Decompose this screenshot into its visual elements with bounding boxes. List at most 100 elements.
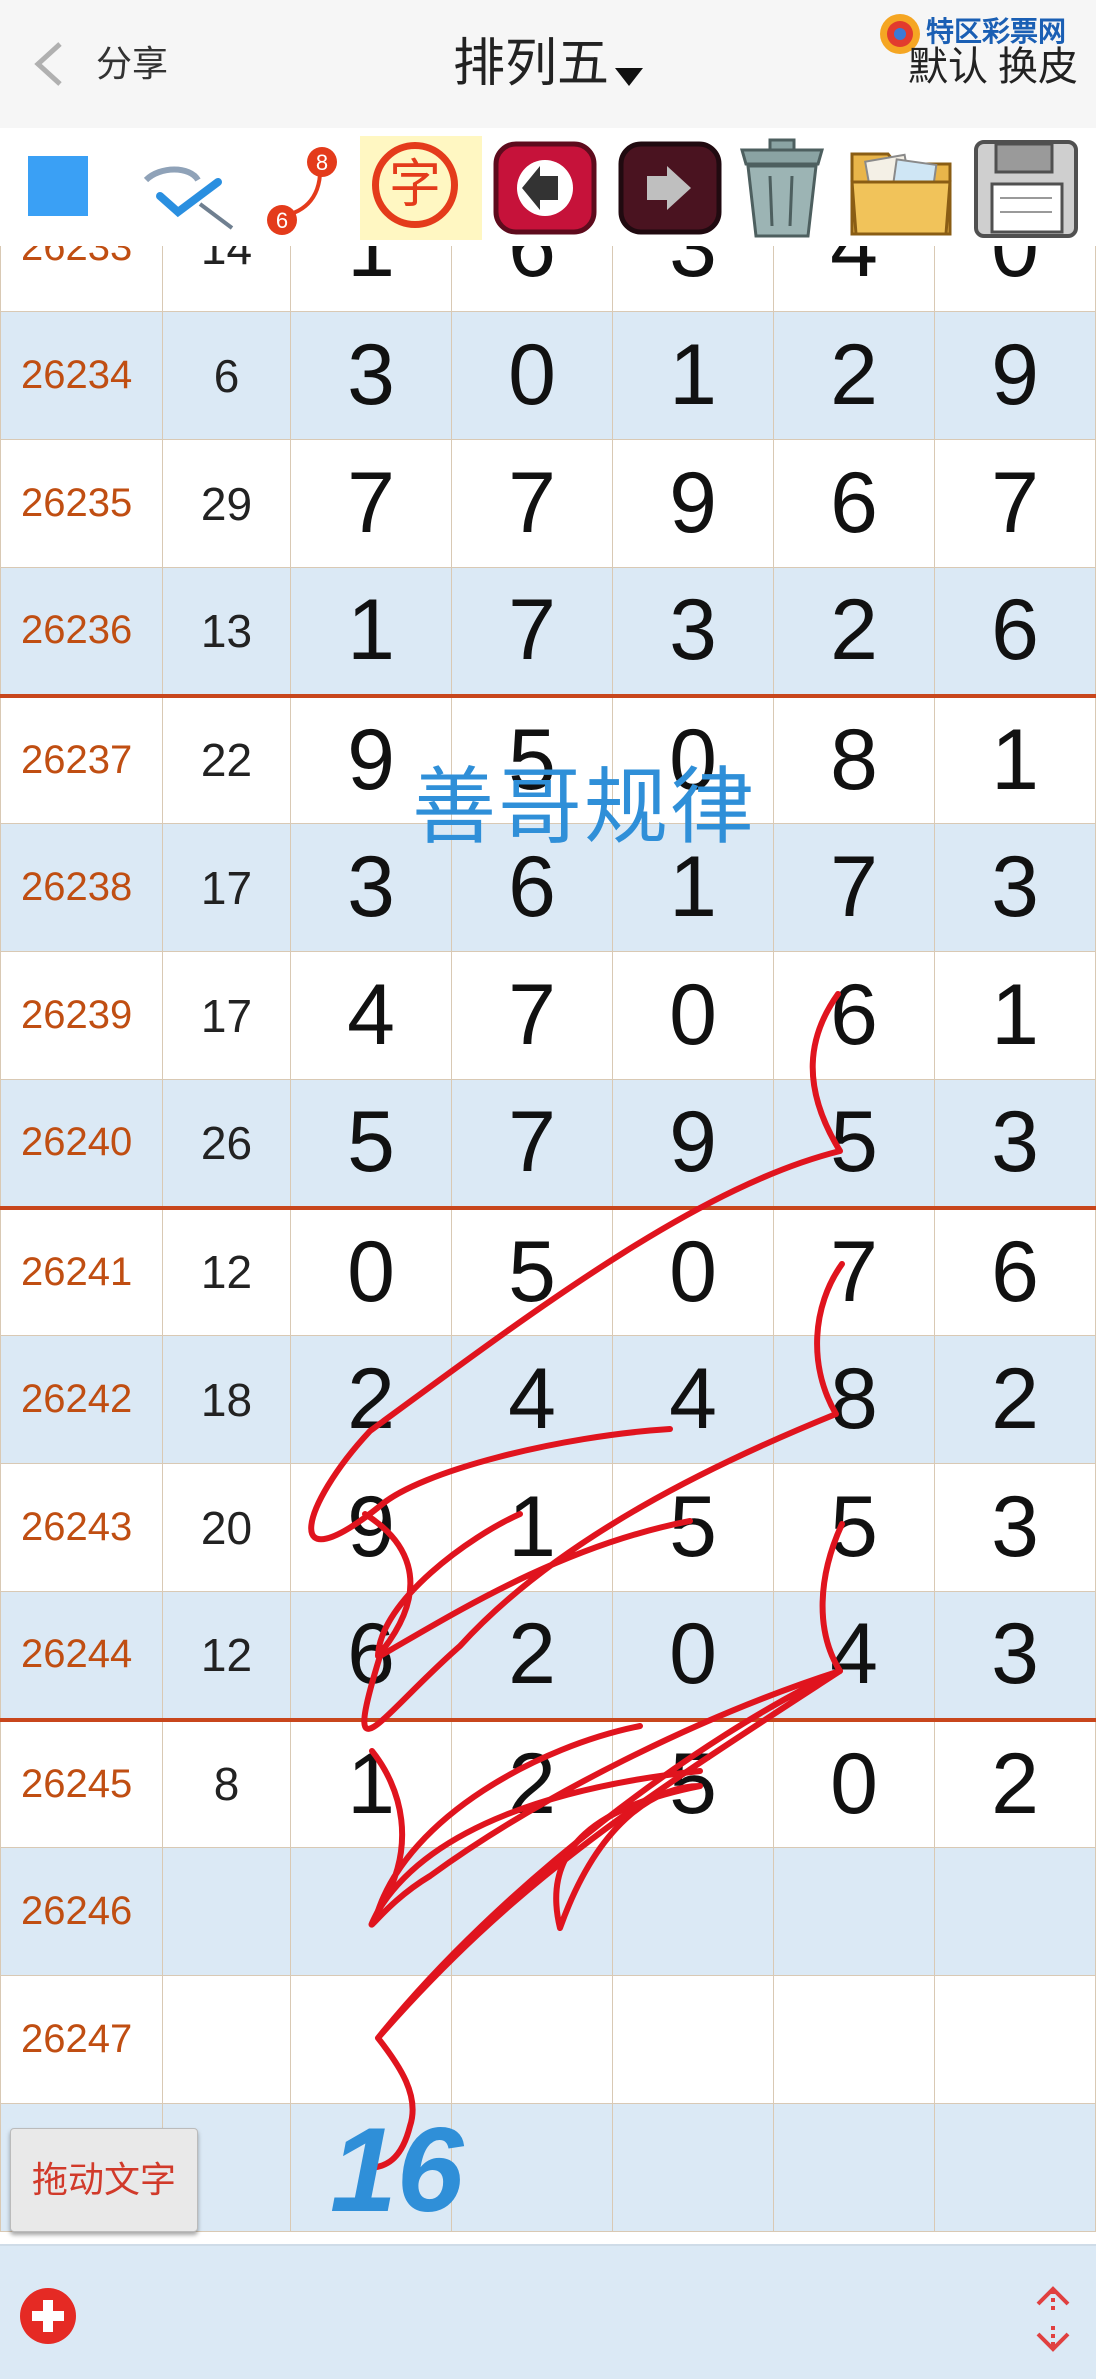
digit-cell[interactable]: 4 bbox=[773, 246, 935, 312]
digit-cell[interactable]: 1 bbox=[934, 951, 1096, 1080]
digit-cell[interactable]: 0 bbox=[612, 1207, 774, 1336]
table-row[interactable]: 26246 bbox=[0, 1847, 1096, 1976]
digit-cell[interactable]: 6 bbox=[773, 951, 935, 1080]
digit-cell[interactable]: 1 bbox=[451, 1463, 613, 1592]
table-row[interactable]: 26234 6 3 0 1 2 9 bbox=[0, 311, 1096, 440]
change-skin-button[interactable]: 换皮 bbox=[998, 45, 1078, 89]
digit-cell[interactable]: 5 bbox=[290, 1079, 452, 1210]
digit-cell[interactable]: 2 bbox=[451, 1591, 613, 1722]
digit-cell[interactable]: 0 bbox=[451, 311, 613, 440]
table-row[interactable]: 26243 20 9 1 5 5 3 bbox=[0, 1463, 1096, 1592]
digit-cell[interactable] bbox=[934, 1975, 1096, 2104]
digit-cell[interactable]: 3 bbox=[612, 567, 774, 698]
digit-cell[interactable]: 7 bbox=[290, 439, 452, 568]
default-skin-button[interactable]: 默认 bbox=[908, 45, 988, 89]
digit-cell[interactable]: 6 bbox=[773, 439, 935, 568]
digit-cell[interactable]: 3 bbox=[934, 1079, 1096, 1210]
digit-cell[interactable]: 2 bbox=[934, 1719, 1096, 1848]
table-row[interactable]: 26233 14 1 6 3 4 0 bbox=[0, 246, 1096, 312]
digit-cell[interactable]: 8 bbox=[773, 695, 935, 824]
digit-cell[interactable]: 3 bbox=[934, 1591, 1096, 1722]
digit-cell[interactable]: 5 bbox=[773, 1079, 935, 1210]
digit-cell[interactable]: 7 bbox=[451, 439, 613, 568]
digit-cell[interactable]: 3 bbox=[934, 1463, 1096, 1592]
table-row[interactable]: 26239 17 4 7 0 6 1 bbox=[0, 951, 1096, 1080]
digit-cell[interactable]: 8 bbox=[773, 1335, 935, 1464]
digit-cell[interactable]: 3 bbox=[612, 246, 774, 312]
digit-cell[interactable] bbox=[451, 1847, 613, 1976]
digit-cell[interactable]: 2 bbox=[451, 1719, 613, 1848]
digit-cell[interactable]: 7 bbox=[773, 1207, 935, 1336]
drag-text-button[interactable]: 拖动文字 bbox=[10, 2128, 198, 2232]
digit-cell[interactable]: 5 bbox=[451, 1207, 613, 1336]
back-arrow-icon[interactable] bbox=[490, 136, 600, 240]
forward-arrow-icon[interactable] bbox=[615, 136, 725, 240]
digit-cell[interactable]: 4 bbox=[290, 951, 452, 1080]
floppy-save-icon[interactable] bbox=[968, 136, 1088, 240]
digit-cell[interactable]: 4 bbox=[612, 1335, 774, 1464]
table-row[interactable]: 26245 8 1 2 5 0 2 bbox=[0, 1719, 1096, 1848]
digit-cell[interactable]: 6 bbox=[934, 567, 1096, 698]
char-tool-button[interactable]: 字 bbox=[360, 136, 482, 240]
digit-cell[interactable]: 9 bbox=[290, 1463, 452, 1592]
digit-cell[interactable]: 7 bbox=[773, 823, 935, 952]
digit-cell[interactable]: 6 bbox=[290, 1591, 452, 1722]
table-row[interactable]: 26241 12 0 5 0 7 6 bbox=[0, 1207, 1096, 1336]
add-row-icon[interactable] bbox=[18, 2286, 78, 2346]
digit-cell[interactable] bbox=[612, 1975, 774, 2104]
digit-cell[interactable]: 2 bbox=[773, 567, 935, 698]
digit-cell[interactable]: 3 bbox=[934, 823, 1096, 952]
digit-cell[interactable]: 7 bbox=[451, 951, 613, 1080]
digit-cell[interactable]: 0 bbox=[934, 246, 1096, 312]
digit-cell[interactable] bbox=[451, 2103, 613, 2232]
digit-cell[interactable]: 4 bbox=[451, 1335, 613, 1464]
digit-cell[interactable]: 0 bbox=[612, 1591, 774, 1722]
digit-cell[interactable]: 7 bbox=[934, 439, 1096, 568]
digit-cell[interactable] bbox=[612, 2103, 774, 2232]
lottery-table-area[interactable]: 26233 14 1 6 3 4 0 26234 6 3 0 1 2 9 262… bbox=[0, 246, 1096, 2244]
digit-cell[interactable]: 1 bbox=[612, 311, 774, 440]
digit-cell[interactable]: 1 bbox=[934, 695, 1096, 824]
digit-cell[interactable]: 1 bbox=[290, 246, 452, 312]
digit-cell[interactable]: 1 bbox=[290, 1719, 452, 1848]
digit-cell[interactable]: 5 bbox=[773, 1463, 935, 1592]
digit-cell[interactable] bbox=[934, 2103, 1096, 2232]
digit-cell[interactable] bbox=[290, 2103, 452, 2232]
digit-cell[interactable]: 6 bbox=[451, 246, 613, 312]
table-row[interactable]: 26242 18 2 4 4 8 2 bbox=[0, 1335, 1096, 1464]
digit-cell[interactable] bbox=[773, 2103, 935, 2232]
digit-cell[interactable]: 7 bbox=[451, 567, 613, 698]
digit-cell[interactable]: 9 bbox=[612, 439, 774, 568]
digit-cell[interactable]: 3 bbox=[290, 311, 452, 440]
digit-cell[interactable]: 0 bbox=[773, 1719, 935, 1848]
scroll-updown-icon[interactable] bbox=[1030, 2284, 1076, 2354]
color-square-icon[interactable] bbox=[28, 156, 88, 216]
digit-cell[interactable]: 9 bbox=[612, 1079, 774, 1210]
digit-cell[interactable]: 2 bbox=[773, 311, 935, 440]
digit-cell[interactable]: 0 bbox=[290, 1207, 452, 1336]
digit-cell[interactable] bbox=[934, 1847, 1096, 1976]
digit-cell[interactable]: 4 bbox=[773, 1591, 935, 1722]
digit-cell[interactable]: 7 bbox=[451, 1079, 613, 1210]
digit-cell[interactable] bbox=[290, 1975, 452, 2104]
digit-cell[interactable]: 0 bbox=[612, 951, 774, 1080]
table-row[interactable]: 26244 12 6 2 0 4 3 bbox=[0, 1591, 1096, 1722]
table-row[interactable]: 26236 13 1 7 3 2 6 bbox=[0, 567, 1096, 698]
trash-icon[interactable] bbox=[722, 136, 842, 240]
digit-cell[interactable]: 6 bbox=[934, 1207, 1096, 1336]
photo-folder-icon[interactable] bbox=[842, 136, 962, 240]
table-row[interactable]: 26235 29 7 7 9 6 7 bbox=[0, 439, 1096, 568]
digit-cell[interactable] bbox=[451, 1975, 613, 2104]
pen-check-icon[interactable] bbox=[140, 136, 240, 240]
digit-cell[interactable]: 2 bbox=[290, 1335, 452, 1464]
digit-cell[interactable] bbox=[773, 1975, 935, 2104]
digit-cell[interactable]: 1 bbox=[290, 567, 452, 698]
digit-cell[interactable] bbox=[612, 1847, 774, 1976]
digit-cell[interactable]: 2 bbox=[934, 1335, 1096, 1464]
digit-cell[interactable] bbox=[773, 1847, 935, 1976]
digit-cell[interactable]: 5 bbox=[612, 1463, 774, 1592]
table-row[interactable]: 26247 bbox=[0, 1975, 1096, 2104]
table-row[interactable]: 26240 26 5 7 9 5 3 bbox=[0, 1079, 1096, 1210]
curve-tool-icon[interactable]: 8 6 bbox=[258, 136, 348, 240]
digit-cell[interactable]: 5 bbox=[612, 1719, 774, 1848]
